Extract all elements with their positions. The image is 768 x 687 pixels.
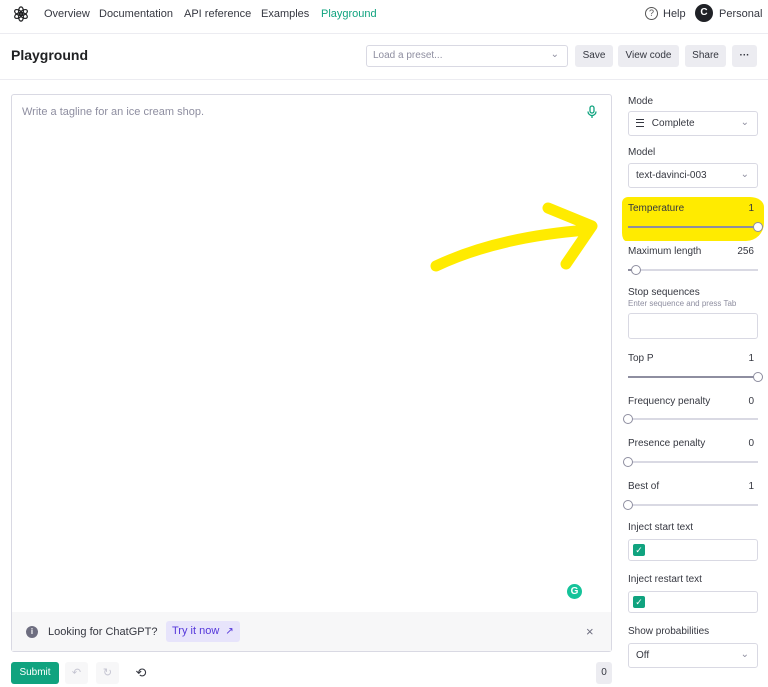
help-icon: ? bbox=[645, 7, 658, 20]
chevron-down-icon: ⌄ bbox=[550, 49, 559, 60]
stop-sequences-label: Stop sequences bbox=[628, 287, 700, 298]
complete-mode-icon bbox=[636, 119, 644, 127]
top-p-value: 1 bbox=[748, 353, 754, 364]
best-of-label: Best of bbox=[628, 481, 660, 492]
stop-sequences-input[interactable] bbox=[628, 313, 758, 339]
nav-playground[interactable]: Playground bbox=[321, 8, 377, 20]
token-count: 0 bbox=[596, 662, 612, 684]
model-value: text-davinci-003 bbox=[636, 170, 707, 181]
help-label: Help bbox=[663, 7, 686, 20]
nav-api-reference[interactable]: API reference bbox=[184, 8, 251, 20]
prompt-input[interactable] bbox=[22, 106, 582, 586]
more-options-button[interactable]: ··· bbox=[732, 45, 757, 67]
max-length-label: Maximum length bbox=[628, 246, 702, 257]
top-p-label: Top P bbox=[628, 353, 654, 364]
slider-thumb[interactable] bbox=[623, 500, 633, 510]
slider-thumb[interactable] bbox=[623, 457, 633, 467]
stop-sequences-hint: Enter sequence and press Tab bbox=[628, 299, 737, 308]
max-length-value: 256 bbox=[737, 246, 754, 257]
slider-thumb[interactable] bbox=[623, 414, 633, 424]
undo-icon[interactable]: ↶ bbox=[65, 662, 88, 684]
openai-logo-icon[interactable] bbox=[12, 5, 30, 23]
presence-penalty-label: Presence penalty bbox=[628, 438, 706, 449]
try-chatgpt-button[interactable]: Try it now ↗ bbox=[166, 621, 240, 642]
mode-select[interactable]: Complete ⌄ bbox=[628, 111, 758, 136]
max-length-slider[interactable] bbox=[628, 264, 758, 276]
frequency-penalty-label: Frequency penalty bbox=[628, 396, 711, 407]
save-button[interactable]: Save bbox=[575, 45, 613, 67]
history-icon[interactable]: ⟲ bbox=[133, 665, 149, 681]
avatar[interactable]: C bbox=[695, 4, 713, 22]
temperature-slider[interactable] bbox=[628, 221, 763, 233]
prompt-editor: G i Looking for ChatGPT? Try it now ↗ × bbox=[11, 94, 612, 652]
inject-restart-label: Inject restart text bbox=[628, 574, 702, 585]
account-name[interactable]: Personal bbox=[719, 8, 762, 20]
frequency-penalty-value: 0 bbox=[748, 396, 754, 407]
preset-select[interactable]: Load a preset... ⌄ bbox=[366, 45, 568, 67]
best-of-slider[interactable] bbox=[623, 499, 758, 511]
submit-button[interactable]: Submit bbox=[11, 662, 59, 684]
temperature-label: Temperature bbox=[628, 203, 685, 214]
show-probabilities-value: Off bbox=[636, 650, 650, 661]
inject-start-label: Inject start text bbox=[628, 522, 694, 533]
model-select[interactable]: text-davinci-003 ⌄ bbox=[628, 163, 758, 188]
show-probabilities-label: Show probabilities bbox=[628, 626, 710, 637]
presence-penalty-slider[interactable] bbox=[623, 456, 758, 468]
regenerate-icon[interactable]: ↻ bbox=[96, 662, 119, 684]
mode-value: Complete bbox=[651, 118, 695, 129]
inject-restart-field[interactable]: ✓ bbox=[628, 591, 758, 613]
page-title: Playground bbox=[11, 47, 89, 63]
grammarly-icon[interactable]: G bbox=[567, 584, 582, 599]
top-p-slider[interactable] bbox=[628, 371, 763, 383]
best-of-value: 1 bbox=[748, 481, 754, 492]
slider-thumb[interactable] bbox=[630, 265, 641, 275]
preset-placeholder: Load a preset... bbox=[373, 50, 443, 61]
microphone-icon[interactable] bbox=[586, 105, 598, 119]
chevron-down-icon: ⌄ bbox=[740, 649, 749, 660]
nav-documentation[interactable]: Documentation bbox=[99, 8, 173, 20]
slider-thumb[interactable] bbox=[753, 222, 763, 232]
arrow-annotation bbox=[430, 202, 598, 272]
chevron-down-icon: ⌄ bbox=[740, 117, 749, 128]
close-icon[interactable]: × bbox=[586, 624, 594, 639]
nav-examples[interactable]: Examples bbox=[261, 8, 309, 20]
nav-overview[interactable]: Overview bbox=[44, 8, 90, 20]
info-icon: i bbox=[26, 626, 38, 638]
external-link-icon: ↗ bbox=[225, 626, 234, 637]
inject-start-field[interactable]: ✓ bbox=[628, 539, 758, 561]
header-divider bbox=[0, 79, 768, 80]
presence-penalty-value: 0 bbox=[748, 438, 754, 449]
show-probabilities-select[interactable]: Off ⌄ bbox=[628, 643, 758, 668]
slider-thumb[interactable] bbox=[753, 372, 763, 382]
banner-text: Looking for ChatGPT? bbox=[48, 626, 158, 638]
try-chatgpt-label: Try it now bbox=[172, 625, 220, 637]
model-label: Model bbox=[628, 147, 656, 158]
help-link[interactable]: ? Help bbox=[645, 7, 686, 20]
chevron-down-icon: ⌄ bbox=[740, 169, 749, 180]
temperature-value: 1 bbox=[748, 203, 754, 214]
view-code-button[interactable]: View code bbox=[618, 45, 679, 67]
share-button[interactable]: Share bbox=[685, 45, 726, 67]
mode-label: Mode bbox=[628, 96, 654, 107]
nav-divider bbox=[0, 33, 768, 34]
frequency-penalty-slider[interactable] bbox=[623, 413, 758, 425]
chatgpt-banner: i Looking for ChatGPT? Try it now ↗ × bbox=[12, 612, 611, 651]
inject-restart-checkbox[interactable]: ✓ bbox=[633, 596, 645, 608]
inject-start-checkbox[interactable]: ✓ bbox=[633, 544, 645, 556]
top-nav: Overview Documentation API reference Exa… bbox=[0, 0, 768, 30]
